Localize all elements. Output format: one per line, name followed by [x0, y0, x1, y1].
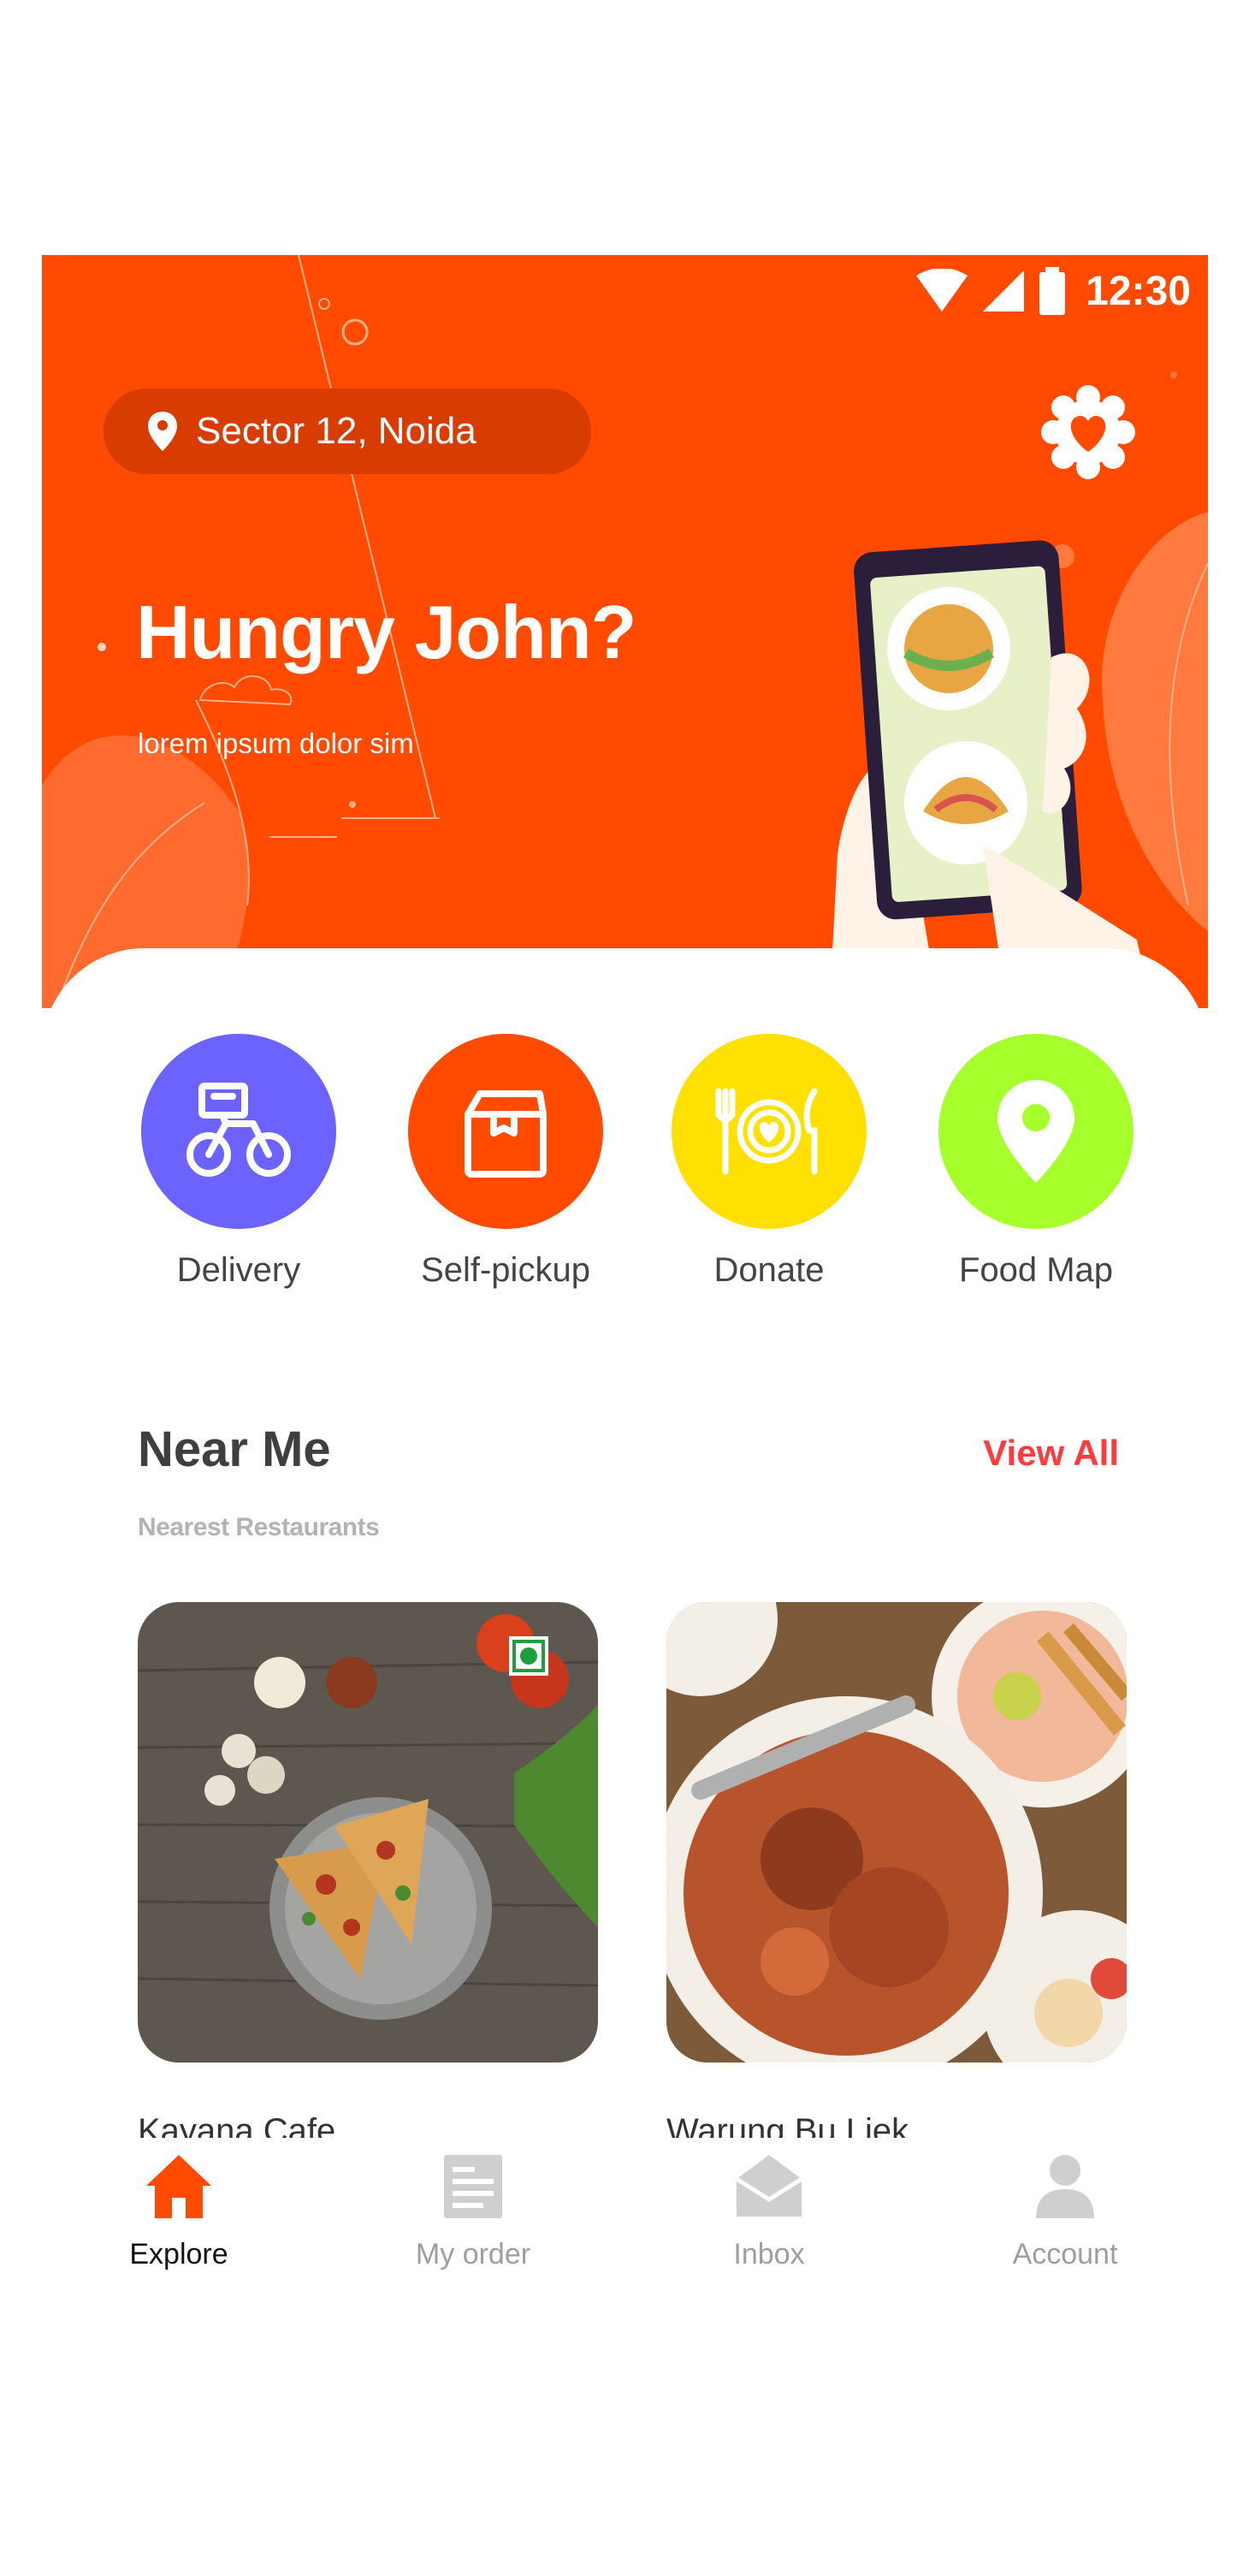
hero-header: 12:30 Sector 12, Noida Hungry John? lore… — [42, 255, 1208, 1008]
location-selector[interactable]: Sector 12, Noida — [104, 389, 591, 474]
wifi-icon — [916, 269, 968, 312]
status-bar: 12:30 — [915, 265, 1191, 317]
clock: 12:30 — [1086, 268, 1191, 314]
section-subtitle: Nearest Restaurants — [138, 1513, 380, 1541]
category-label: Self-pickup — [421, 1251, 590, 1289]
user-icon — [1036, 2155, 1094, 2218]
nav-explore[interactable]: Explore — [76, 2138, 281, 2271]
bicycle-icon — [186, 1083, 291, 1177]
plate-heart-icon — [715, 1088, 818, 1175]
view-all-link[interactable]: View All — [983, 1433, 1119, 1474]
category-self-pickup[interactable]: Self-pickup — [377, 1034, 634, 1290]
nav-my-order[interactable]: My order — [370, 2138, 576, 2271]
favorites-gear-icon[interactable] — [1041, 385, 1135, 479]
category-label: Delivery — [176, 1251, 301, 1289]
category-food-map[interactable]: Food Map — [908, 1034, 1164, 1290]
bottom-navigation: Explore My order Inbox Account — [42, 2138, 1208, 2326]
delivery-circle — [141, 1034, 336, 1229]
self-pickup-circle — [408, 1034, 603, 1229]
nav-label: Explore — [129, 2238, 228, 2270]
category-donate[interactable]: Donate — [641, 1034, 897, 1290]
location-pin-icon — [148, 412, 177, 451]
battery-icon — [1039, 267, 1066, 315]
nav-inbox[interactable]: Inbox — [666, 2138, 872, 2271]
phone-illustration — [829, 540, 1152, 1008]
nav-account[interactable]: Account — [962, 2138, 1168, 2271]
nav-label: Inbox — [733, 2238, 805, 2270]
envelope-icon — [735, 2155, 803, 2217]
category-label: Food Map — [958, 1251, 1114, 1289]
food-map-circle — [938, 1034, 1134, 1229]
greeting-subtitle: lorem ipsum dolor sim — [138, 727, 414, 759]
rice-dish-photo — [666, 1602, 1127, 2063]
category-label: Donate — [713, 1251, 825, 1289]
section-title: Near Me — [138, 1422, 331, 1477]
restaurant-image-pizza — [138, 1602, 598, 2063]
map-pin-icon — [997, 1080, 1074, 1183]
category-row: Delivery Self-pickup Donate Food Map — [110, 1034, 1171, 1325]
home-icon — [146, 2155, 211, 2218]
category-delivery[interactable]: Delivery — [110, 1034, 367, 1290]
restaurant-image-rice — [666, 1602, 1127, 2063]
greeting-title: Hungry John? — [136, 590, 636, 674]
pizza-photo — [138, 1602, 598, 2063]
donate-circle — [672, 1034, 867, 1229]
restaurant-card[interactable]: Warung Bu Liek — [666, 1602, 1127, 2151]
signal-icon — [983, 270, 1025, 312]
nav-label: Account — [1012, 2238, 1118, 2270]
shopping-bag-icon — [465, 1090, 547, 1178]
app-screen: 12:30 Sector 12, Noida Hungry John? lore… — [42, 255, 1208, 2326]
receipt-icon — [444, 2155, 502, 2218]
restaurant-card[interactable]: Kayana Cafe — [138, 1602, 598, 2151]
nav-label: My order — [415, 2238, 531, 2270]
location-text: Sector 12, Noida — [196, 410, 477, 452]
